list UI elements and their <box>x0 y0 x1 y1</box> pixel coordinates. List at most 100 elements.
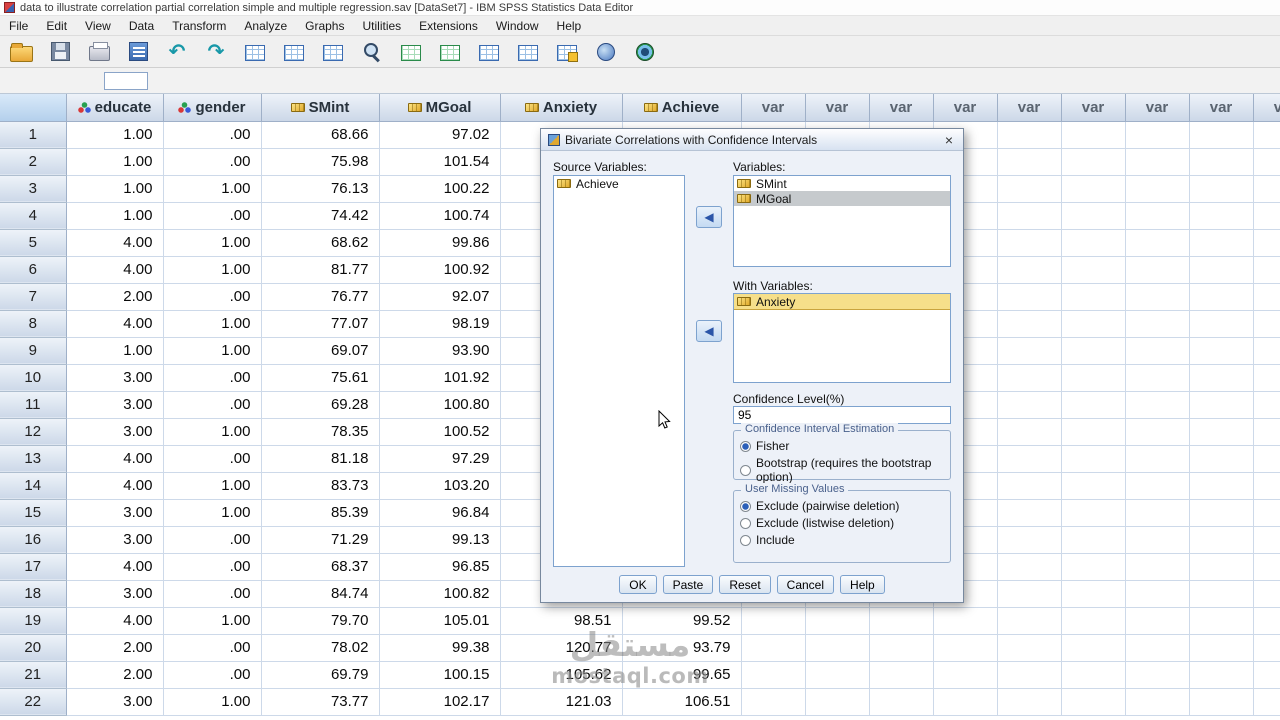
cell[interactable] <box>1125 256 1190 284</box>
cell[interactable] <box>869 634 934 662</box>
cell[interactable] <box>1253 688 1280 716</box>
cell[interactable] <box>997 310 1062 338</box>
cell[interactable] <box>1125 283 1190 311</box>
cell[interactable] <box>1253 445 1280 473</box>
print-button[interactable] <box>86 39 112 65</box>
cell[interactable] <box>1061 391 1126 419</box>
row-header[interactable]: 12 <box>0 418 67 446</box>
cell[interactable]: 85.39 <box>261 499 380 527</box>
cell[interactable]: 4.00 <box>66 553 164 581</box>
cell[interactable] <box>741 688 806 716</box>
cell[interactable] <box>1125 148 1190 176</box>
cell[interactable]: 100.22 <box>379 175 501 203</box>
cell[interactable] <box>1253 418 1280 446</box>
cell[interactable]: 68.37 <box>261 553 380 581</box>
cell[interactable] <box>1125 580 1190 608</box>
weight-cases-button[interactable] <box>515 39 541 65</box>
row-header[interactable]: 4 <box>0 202 67 230</box>
cell[interactable] <box>997 634 1062 662</box>
cell[interactable] <box>997 148 1062 176</box>
column-header-var[interactable]: var <box>933 94 998 122</box>
cell[interactable] <box>1189 661 1254 689</box>
cell[interactable] <box>1125 553 1190 581</box>
cell[interactable]: 4.00 <box>66 256 164 284</box>
cell[interactable] <box>1189 472 1254 500</box>
cell[interactable]: 1.00 <box>163 256 262 284</box>
row-header[interactable]: 1 <box>0 121 67 149</box>
cell[interactable] <box>1189 607 1254 635</box>
cell[interactable] <box>1061 634 1126 662</box>
cell[interactable]: .00 <box>163 445 262 473</box>
cell[interactable] <box>997 661 1062 689</box>
column-header-var[interactable]: var <box>741 94 806 122</box>
column-header-var[interactable]: var <box>869 94 934 122</box>
menu-item-transform[interactable]: Transform <box>163 17 235 35</box>
cell[interactable] <box>997 175 1062 203</box>
cell[interactable]: 99.86 <box>379 229 501 257</box>
cell[interactable]: 4.00 <box>66 607 164 635</box>
cell[interactable] <box>1189 202 1254 230</box>
open-data-button[interactable] <box>8 39 34 65</box>
cell[interactable] <box>1125 229 1190 257</box>
cell[interactable]: 69.79 <box>261 661 380 689</box>
cell[interactable] <box>1125 310 1190 338</box>
cell[interactable] <box>1189 337 1254 365</box>
cell[interactable]: 106.51 <box>622 688 742 716</box>
cell[interactable]: 105.01 <box>379 607 501 635</box>
dialog-titlebar[interactable]: Bivariate Correlations with Confidence I… <box>541 129 963 151</box>
menu-item-extensions[interactable]: Extensions <box>410 17 487 35</box>
variable-item-mgoal[interactable]: MGoal <box>734 191 950 206</box>
cell[interactable] <box>997 364 1062 392</box>
cell[interactable] <box>1061 499 1126 527</box>
ok-button[interactable]: OK <box>619 575 657 594</box>
column-header-Achieve[interactable]: Achieve <box>622 94 742 122</box>
cell[interactable]: 97.02 <box>379 121 501 149</box>
row-header[interactable]: 3 <box>0 175 67 203</box>
cell[interactable] <box>1189 580 1254 608</box>
cell[interactable] <box>1125 202 1190 230</box>
close-icon[interactable]: × <box>942 132 956 148</box>
cell[interactable] <box>1061 553 1126 581</box>
cell[interactable]: 81.18 <box>261 445 380 473</box>
variables-button[interactable] <box>320 39 346 65</box>
cell[interactable] <box>1189 310 1254 338</box>
cell[interactable]: 3.00 <box>66 688 164 716</box>
cell[interactable] <box>869 607 934 635</box>
cell[interactable]: 100.80 <box>379 391 501 419</box>
cell[interactable] <box>869 661 934 689</box>
cell[interactable]: 74.42 <box>261 202 380 230</box>
row-header[interactable]: 8 <box>0 310 67 338</box>
save-button[interactable] <box>47 39 73 65</box>
cell[interactable] <box>1125 688 1190 716</box>
cell[interactable] <box>1253 499 1280 527</box>
recall-dialogs-button[interactable] <box>125 39 151 65</box>
cancel-button[interactable]: Cancel <box>776 575 835 594</box>
cell[interactable]: 100.15 <box>379 661 501 689</box>
cell[interactable] <box>1253 283 1280 311</box>
cell[interactable]: 3.00 <box>66 391 164 419</box>
cell[interactable] <box>741 661 806 689</box>
cell[interactable]: .00 <box>163 526 262 554</box>
cell[interactable]: 98.51 <box>500 607 623 635</box>
confidence-level-input[interactable] <box>733 406 951 424</box>
cell[interactable] <box>1189 121 1254 149</box>
cell[interactable] <box>1189 229 1254 257</box>
column-header-MGoal[interactable]: MGoal <box>379 94 501 122</box>
cell[interactable] <box>1061 526 1126 554</box>
cell[interactable]: .00 <box>163 121 262 149</box>
cell[interactable]: 78.35 <box>261 418 380 446</box>
cell[interactable] <box>997 256 1062 284</box>
cell[interactable]: 121.03 <box>500 688 623 716</box>
cell[interactable]: 3.00 <box>66 364 164 392</box>
cell[interactable] <box>1189 634 1254 662</box>
cell[interactable]: 3.00 <box>66 580 164 608</box>
cell[interactable] <box>1253 607 1280 635</box>
cell[interactable]: 92.07 <box>379 283 501 311</box>
cell[interactable] <box>1061 337 1126 365</box>
cell[interactable] <box>1125 175 1190 203</box>
cell[interactable]: 4.00 <box>66 229 164 257</box>
cell[interactable] <box>997 472 1062 500</box>
cell[interactable]: .00 <box>163 661 262 689</box>
cell[interactable] <box>1189 175 1254 203</box>
cell[interactable] <box>1189 499 1254 527</box>
